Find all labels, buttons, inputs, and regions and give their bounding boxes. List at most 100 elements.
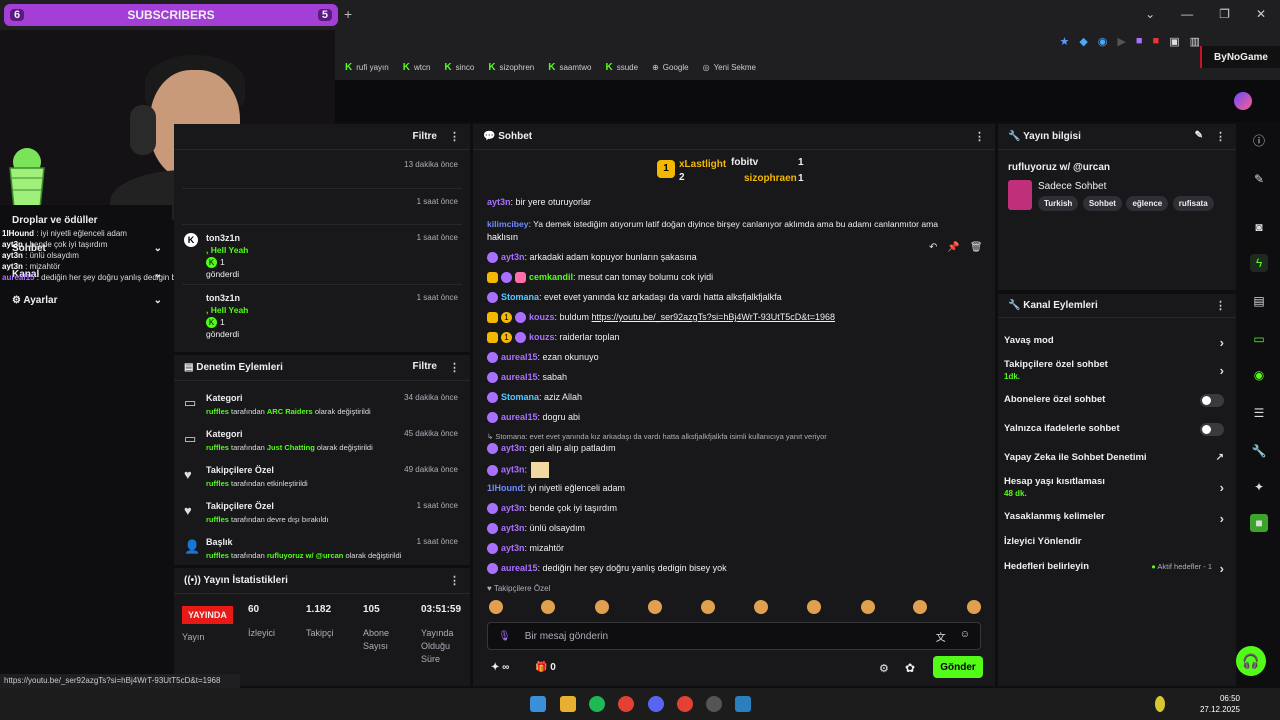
- send-button[interactable]: Gönder: [933, 656, 983, 678]
- chat-username[interactable]: Stomana: [501, 292, 539, 302]
- chat-username[interactable]: ayt3n: [501, 503, 525, 513]
- avatar[interactable]: [1234, 92, 1252, 110]
- chevron-down-icon[interactable]: ⌄: [1145, 7, 1155, 21]
- chat-message[interactable]: ayt3n: bir yere oturuyorlar: [487, 196, 985, 209]
- emote-icon[interactable]: [754, 600, 768, 614]
- category-name[interactable]: Sadece Sohbet: [1038, 181, 1106, 192]
- bookmark-item[interactable]: ⊕ Google: [652, 63, 689, 72]
- emote-icon[interactable]: [648, 600, 662, 614]
- twitch-icon[interactable]: ■: [1136, 35, 1143, 48]
- edit-icon[interactable]: ✎: [1195, 130, 1203, 143]
- emote-icon[interactable]: [701, 600, 715, 614]
- pin-icon[interactable]: 📌: [947, 242, 959, 253]
- chat-message[interactable]: kilimcibey: Ya demek istediğim atıyorum …: [487, 218, 985, 231]
- chat-username[interactable]: ayt3n: [487, 197, 511, 207]
- layers-icon[interactable]: ☰: [1250, 404, 1268, 422]
- filter-button[interactable]: Filtre: [413, 131, 437, 142]
- emote-icon[interactable]: [489, 600, 503, 614]
- tag[interactable]: Sohbet: [1082, 196, 1122, 211]
- chat-username[interactable]: cemkandil: [529, 272, 573, 282]
- more-icon[interactable]: ⋮: [449, 574, 460, 587]
- mic-icon[interactable]: 🎙: [498, 631, 511, 642]
- chat-message[interactable]: cemkandil: mesut can tomay bolumu cok iy…: [487, 271, 985, 284]
- star-icon[interactable]: ★: [1059, 35, 1069, 48]
- record-icon[interactable]: ■: [1153, 35, 1160, 48]
- more-icon[interactable]: ⋮: [1215, 299, 1226, 312]
- emote-icon[interactable]: [541, 600, 555, 614]
- more-icon[interactable]: ⋮: [449, 361, 460, 374]
- chat-message[interactable]: aureal15: dediğin her şey doğru yanlış d…: [487, 562, 985, 575]
- chat-username[interactable]: kouzs: [529, 332, 555, 342]
- delete-icon[interactable]: 🗑: [970, 242, 983, 253]
- folder-icon[interactable]: [560, 696, 576, 712]
- channel-action-account-age[interactable]: Hesap yaşı kısıtlaması 48 dk. ›: [1004, 476, 1230, 498]
- translate-icon[interactable]: ◆: [1079, 35, 1087, 48]
- chat-username[interactable]: aureal15: [501, 372, 538, 382]
- mic-icon[interactable]: [1155, 696, 1165, 712]
- filter-button[interactable]: Filtre: [413, 361, 437, 374]
- emote-icon[interactable]: [967, 600, 981, 614]
- chat-message[interactable]: ayt3n: arkadaki adam kopuyor bunların şa…: [487, 251, 985, 264]
- audio-icon[interactable]: ◉: [1098, 35, 1108, 48]
- chat-username[interactable]: aureal15: [501, 563, 538, 573]
- chat-username[interactable]: ayt3n: [501, 252, 525, 262]
- chat-message[interactable]: Stomana: evet evet yanında kız arkadaşı …: [487, 291, 985, 304]
- chat-message[interactable]: Stomana: aziz Allah: [487, 391, 985, 404]
- more-icon[interactable]: ⋮: [1215, 130, 1226, 143]
- windows-icon[interactable]: [530, 696, 546, 712]
- forward-icon[interactable]: ▶: [1117, 35, 1125, 48]
- support-button[interactable]: 🎧: [1236, 646, 1266, 676]
- translate-icon[interactable]: 文: [936, 629, 946, 644]
- channel-action-emote-only[interactable]: Yalnızca ifadelerle sohbet: [1004, 423, 1230, 436]
- chat-message[interactable]: ayt3n: ünlü olsaydım: [487, 522, 985, 535]
- chat-message[interactable]: aureal15: dogru abi: [487, 411, 985, 424]
- more-icon[interactable]: ⋮: [449, 130, 460, 143]
- broadcast-icon[interactable]: ◉: [1250, 366, 1268, 384]
- gear-icon[interactable]: ⚙: [879, 662, 889, 675]
- tag[interactable]: Turkish: [1038, 196, 1079, 211]
- chat-username[interactable]: ayt3n: [501, 523, 525, 533]
- tag[interactable]: eğlence: [1126, 196, 1169, 211]
- chat-message[interactable]: aureal15: ezan okunuyo: [487, 351, 985, 364]
- points-icon[interactable]: ✦: [1250, 478, 1268, 496]
- chat-message[interactable]: ayt3n: geri alıp alıp patladım: [487, 442, 985, 455]
- channel-action-subs-only[interactable]: Abonelere özel sohbet: [1004, 394, 1230, 407]
- points-display[interactable]: ✦ ∞: [491, 662, 509, 673]
- chat-message[interactable]: ayt3n: mizahtör: [487, 542, 985, 555]
- chat-message[interactable]: aureal15: sabah: [487, 371, 985, 384]
- maximize-icon[interactable]: ❐: [1219, 7, 1230, 21]
- chrome-icon[interactable]: [618, 696, 634, 712]
- emote-icon[interactable]: [595, 600, 609, 614]
- reply-icon[interactable]: ↶: [929, 242, 937, 253]
- chat-username[interactable]: ayt3n: [501, 543, 525, 553]
- document-icon[interactable]: ▤: [1250, 292, 1268, 310]
- channel-action-slow-mode[interactable]: Yavaş mod ›: [1004, 335, 1230, 350]
- emote-icon[interactable]: [861, 600, 875, 614]
- channel-action-banned-words[interactable]: Yasaklanmış kelimeler ›: [1004, 511, 1230, 526]
- bookmark-item[interactable]: Ksaamtwo: [548, 62, 591, 73]
- chat-link[interactable]: https://youtu.be/_ser92azgTs?si=hBj4WrT-…: [592, 312, 835, 322]
- chat-username[interactable]: 1lHound: [487, 483, 523, 493]
- wrench-icon[interactable]: 🔧: [1250, 442, 1268, 460]
- chat-message[interactable]: ayt3n: bende çok iyi taşırdım: [487, 502, 985, 515]
- emote-icon[interactable]: [913, 600, 927, 614]
- chat-message[interactable]: ayt3n:: [487, 462, 985, 478]
- camera-icon[interactable]: ◙: [1250, 218, 1268, 236]
- bookmark-item[interactable]: Ksinco: [444, 62, 474, 73]
- close-icon[interactable]: ✕: [1256, 7, 1266, 21]
- chat-username[interactable]: ayt3n: [501, 464, 525, 474]
- toggle-switch[interactable]: [1200, 394, 1224, 407]
- edit-icon[interactable]: ✎: [1250, 170, 1268, 188]
- chat-message[interactable]: 1 kouzs: raiderlar toplan: [487, 331, 985, 344]
- lightning-icon[interactable]: ϟ: [1250, 254, 1268, 272]
- browser-tab-subscribers[interactable]: 6 SUBSCRIBERS 5: [4, 4, 338, 26]
- gifts-display[interactable]: 🎁 0: [535, 662, 556, 673]
- new-tab-button[interactable]: +: [344, 6, 352, 22]
- extension-icon[interactable]: ▣: [1169, 35, 1179, 48]
- more-icon[interactable]: ⋮: [974, 130, 985, 143]
- chat-message[interactable]: haklısın: [487, 231, 985, 244]
- minimize-icon[interactable]: —: [1181, 7, 1193, 21]
- chrome-icon[interactable]: [677, 696, 693, 712]
- channel-action-followers-only[interactable]: Takipçilere özel sohbet 1dk. ›: [1004, 359, 1230, 381]
- bot-icon[interactable]: ■: [1250, 514, 1268, 532]
